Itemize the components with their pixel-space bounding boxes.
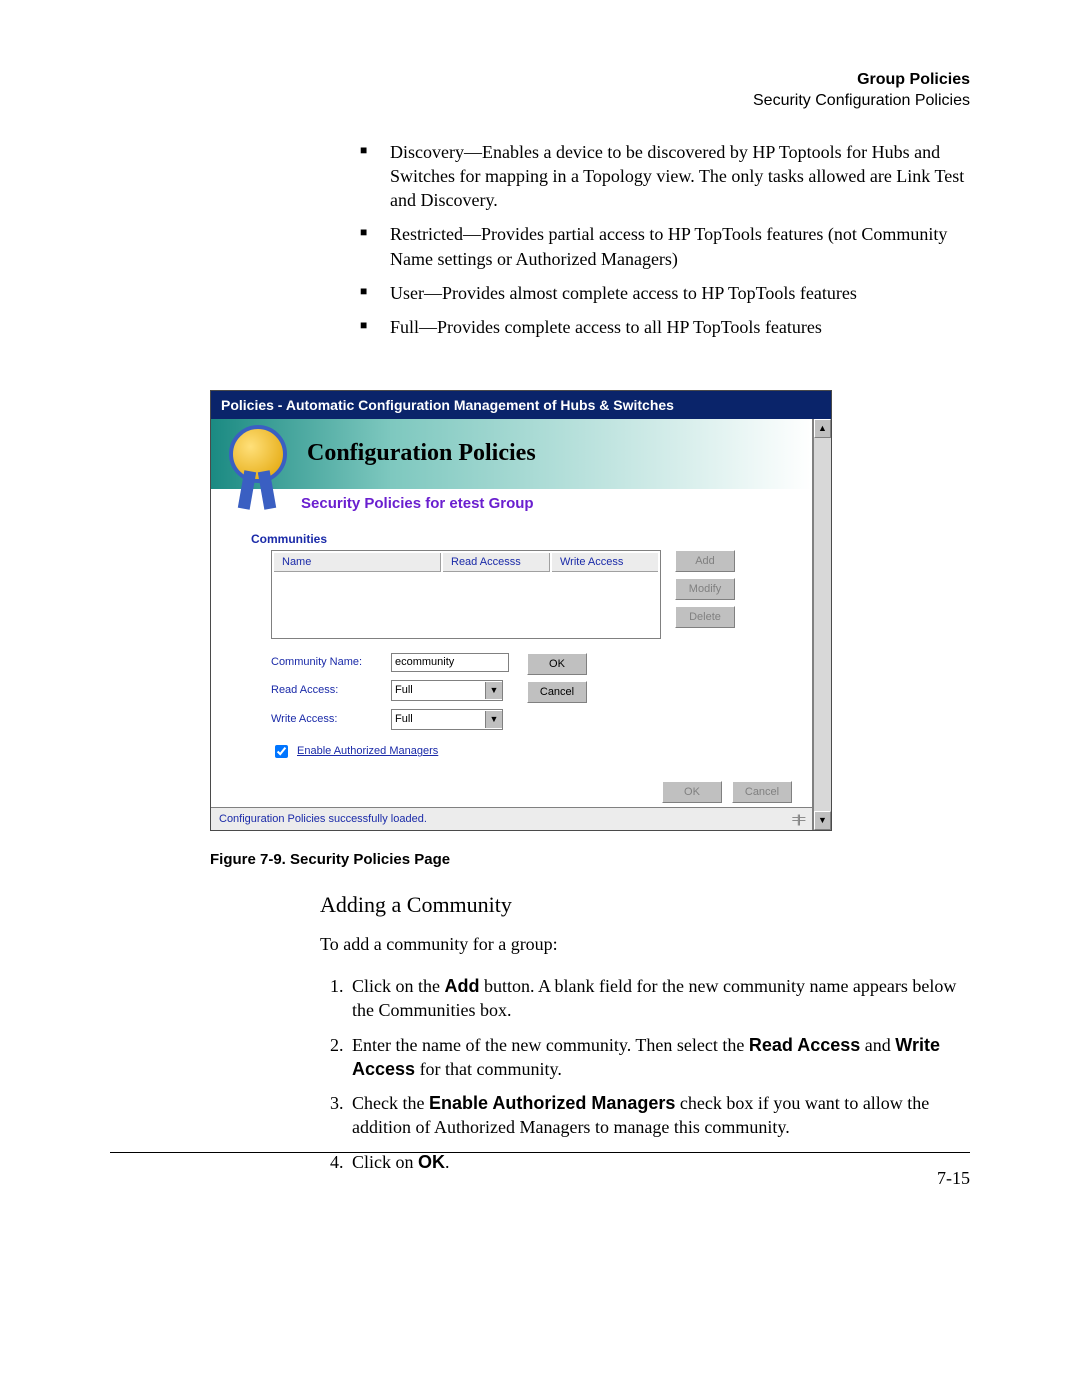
step-item: Click on OK. [348,1150,970,1174]
dialog-window: Policies - Automatic Configuration Manag… [210,390,832,831]
steps-list: Click on the Add button. A blank field f… [320,974,970,1174]
enable-managers-checkbox[interactable] [275,745,288,758]
banner-title: Configuration Policies [307,440,536,467]
footer-rule [110,1152,970,1153]
enable-managers-label[interactable]: Enable Authorized Managers [297,745,438,757]
write-access-value: Full [392,713,413,725]
scroll-down-icon[interactable]: ▼ [814,811,831,830]
bullet-item: Restricted—Provides partial access to HP… [360,222,970,271]
form-cancel-button[interactable]: Cancel [527,681,587,703]
dialog-ok-button[interactable]: OK [662,781,722,803]
step-item: Enter the name of the new community. The… [348,1033,970,1082]
banner: Configuration Policies [211,419,812,489]
dialog-subtitle: Security Policies for etest Group [301,495,792,512]
page-header: Group Policies Security Configuration Po… [110,70,970,112]
add-button[interactable]: Add [675,550,735,572]
form-ok-button[interactable]: OK [527,653,587,675]
community-name-input[interactable] [391,653,509,672]
step-item: Click on the Add button. A blank field f… [348,974,970,1023]
delete-button[interactable]: Delete [675,606,735,628]
chevron-down-icon: ▼ [485,682,502,699]
write-access-select[interactable]: Full ▼ [391,709,503,730]
col-name[interactable]: Name [274,553,441,572]
vertical-scrollbar[interactable]: ▲ ▼ [813,419,831,830]
header-title: Group Policies [110,70,970,91]
bullet-item: Discovery—Enables a device to be discove… [360,140,970,213]
modify-button[interactable]: Modify [675,578,735,600]
read-access-select[interactable]: Full ▼ [391,680,503,701]
write-access-label: Write Access: [271,713,391,725]
step-item: Check the Enable Authorized Managers che… [348,1091,970,1140]
section-heading: Adding a Community [320,892,970,918]
page-number: 7-15 [937,1168,970,1189]
window-titlebar: Policies - Automatic Configuration Manag… [211,391,831,419]
bullet-item: Full—Provides complete access to all HP … [360,315,970,339]
col-write[interactable]: Write Access [552,553,658,572]
bullet-list: Discovery—Enables a device to be discove… [320,140,970,340]
read-access-value: Full [392,684,413,696]
intro-text: To add a community for a group: [320,932,970,956]
dialog-cancel-button[interactable]: Cancel [732,781,792,803]
communities-label: Communities [251,532,792,546]
status-text: Configuration Policies successfully load… [219,813,427,825]
communities-table: Name Read Accesss Write Access [271,550,661,639]
community-name-label: Community Name: [271,656,391,668]
bullet-item: User—Provides almost complete access to … [360,281,970,305]
read-access-label: Read Access: [271,684,391,696]
resize-grip-icon: =||= [792,812,804,826]
table-body[interactable] [274,574,658,636]
col-read[interactable]: Read Accesss [443,553,550,572]
figure-caption: Figure 7-9. Security Policies Page [210,851,830,868]
chevron-down-icon: ▼ [485,711,502,728]
ribbon-icon [229,425,287,483]
header-subtitle: Security Configuration Policies [110,91,970,112]
scroll-up-icon[interactable]: ▲ [814,419,831,438]
